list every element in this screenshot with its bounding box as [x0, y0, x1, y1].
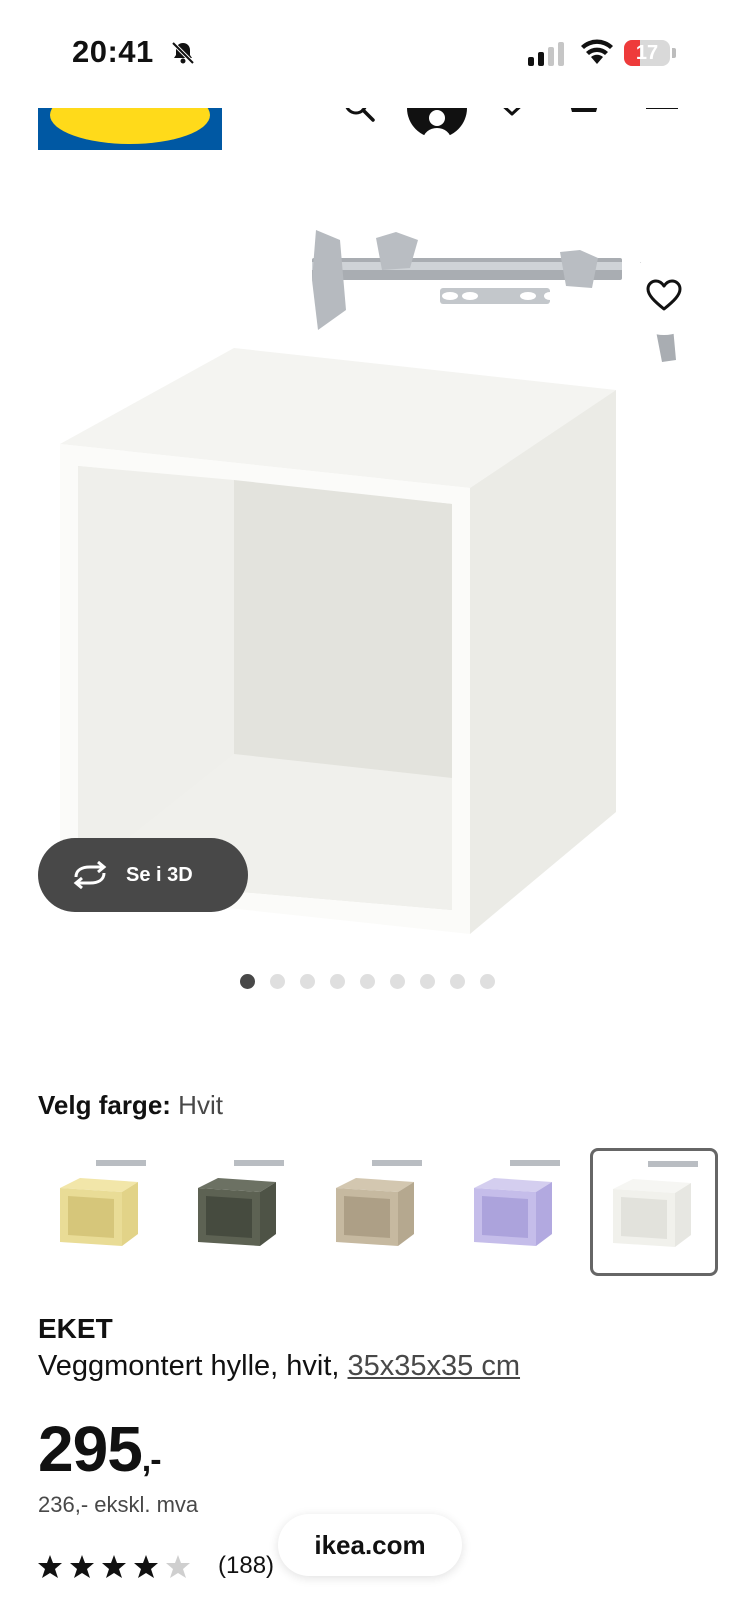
heart-icon: [646, 279, 682, 311]
view-in-3d-button[interactable]: Se i 3D: [38, 838, 248, 912]
favourites-icon[interactable]: [495, 108, 529, 130]
color-swatch-white-selected[interactable]: [590, 1148, 718, 1276]
battery-icon: 17: [624, 40, 670, 66]
product-type-text: Veggmontert hylle, hvit,: [38, 1350, 340, 1382]
color-swatch-lilac[interactable]: [452, 1148, 580, 1276]
pagination-dot[interactable]: [450, 974, 465, 989]
rating-stars-icon: [38, 1555, 190, 1578]
color-swatch-yellow[interactable]: [38, 1148, 166, 1276]
status-bar: 20:41 17: [0, 0, 738, 108]
product-name: EKET: [38, 1313, 113, 1344]
clock: 20:41: [72, 34, 154, 69]
pagination-dot[interactable]: [270, 974, 285, 989]
product-image: [60, 230, 676, 934]
pagination-dot[interactable]: [330, 974, 345, 989]
color-label-text: Velg farge:: [38, 1090, 171, 1120]
pagination-dot[interactable]: [420, 974, 435, 989]
price-amount: 295: [38, 1413, 143, 1485]
wifi-icon: [581, 39, 613, 64]
site-header: [0, 108, 738, 150]
ikea-logo[interactable]: [38, 108, 222, 150]
cellular-signal-icon: [528, 40, 564, 66]
add-to-favourites-button[interactable]: [624, 255, 704, 335]
cart-icon[interactable]: [566, 108, 602, 130]
rotate-3d-icon: [73, 861, 107, 889]
pagination-dot[interactable]: [360, 974, 375, 989]
price-suffix: ,-: [141, 1441, 162, 1479]
product-size-link[interactable]: 35x35x35 cm: [348, 1350, 521, 1382]
color-swatches: [38, 1148, 726, 1278]
pagination-dot[interactable]: [240, 974, 255, 989]
product-price: 295,-: [38, 1412, 162, 1486]
color-chooser-label: Velg farge: Hvit: [38, 1090, 223, 1121]
browser-url-bar[interactable]: ikea.com: [278, 1514, 462, 1576]
product-description: Veggmontert hylle, hvit, 35x35x35 cm: [38, 1350, 520, 1383]
pagination-dot[interactable]: [390, 974, 405, 989]
pagination-dot[interactable]: [300, 974, 315, 989]
color-swatch-beige[interactable]: [314, 1148, 442, 1276]
color-swatch-dark-green[interactable]: [176, 1148, 304, 1276]
product-rating[interactable]: (188): [38, 1552, 274, 1580]
image-pagination-dots: [240, 974, 495, 989]
pagination-dot[interactable]: [480, 974, 495, 989]
search-icon[interactable]: [343, 108, 377, 132]
silent-bell-icon: [171, 41, 195, 65]
account-icon[interactable]: [407, 108, 467, 140]
wall-bracket-image: [312, 230, 676, 362]
view-in-3d-label: Se i 3D: [126, 863, 193, 886]
product-image-gallery[interactable]: Se i 3D: [0, 150, 738, 950]
battery-level: 17: [635, 42, 659, 64]
menu-icon[interactable]: [646, 108, 678, 126]
rating-count[interactable]: (188): [218, 1552, 274, 1580]
selected-color-name: Hvit: [178, 1090, 223, 1120]
price-excluding-vat: 236,- ekskl. mva: [38, 1492, 199, 1517]
